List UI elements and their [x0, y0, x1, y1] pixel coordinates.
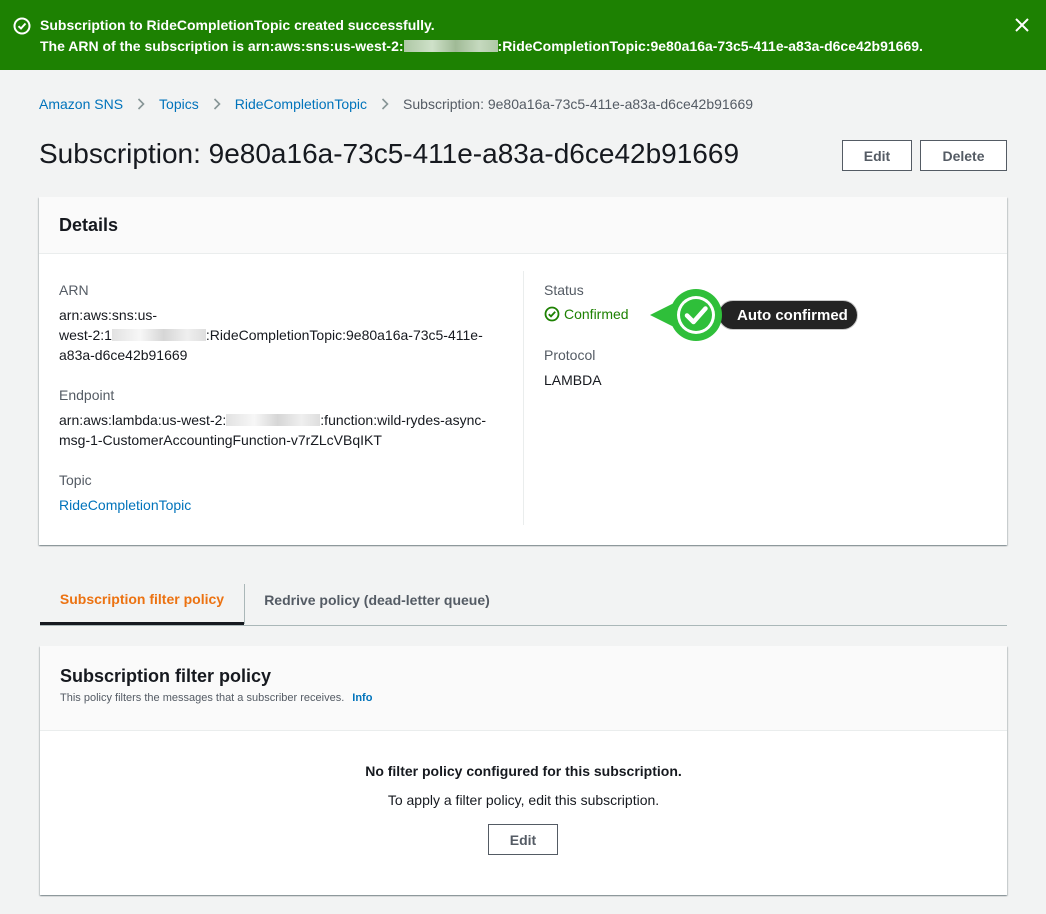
protocol-label: Protocol	[544, 347, 596, 363]
check-circle-icon	[13, 17, 31, 35]
auto-confirmed-callout: Auto confirmed	[648, 287, 860, 343]
status-value: Confirmed	[544, 306, 629, 322]
topic-link[interactable]: RideCompletionTopic	[59, 495, 191, 515]
flash-message-detail: The ARN of the subscription is arn:aws:s…	[40, 38, 923, 54]
endpoint-value: arn:aws:lambda:us-west-2::function:wild-…	[59, 412, 487, 448]
breadcrumb-ride-completion-topic[interactable]: RideCompletionTopic	[235, 96, 367, 112]
breadcrumb: Amazon SNS Topics RideCompletionTopic Su…	[39, 96, 753, 112]
tab-redrive-policy[interactable]: Redrive policy (dead-letter queue)	[245, 575, 509, 624]
details-header: Details	[39, 197, 1007, 254]
filter-policy-description: This policy filters the messages that a …	[60, 692, 373, 704]
chevron-right-icon	[381, 98, 389, 110]
topic-label: Topic	[59, 472, 92, 488]
breadcrumb-topics[interactable]: Topics	[159, 96, 199, 112]
info-link[interactable]: Info	[352, 692, 372, 704]
filter-policy-panel: Subscription filter policy This policy f…	[40, 646, 1007, 895]
breadcrumb-current: Subscription: 9e80a16a-73c5-411e-a83a-d6…	[403, 96, 754, 112]
empty-state-description: To apply a filter policy, edit this subs…	[387, 792, 660, 808]
flash-message-title: Subscription to RideCompletionTopic crea…	[40, 17, 435, 33]
protocol-value: LAMBDA	[544, 372, 602, 388]
chevron-right-icon	[137, 98, 145, 110]
edit-button[interactable]: Edit	[842, 140, 912, 171]
arn-label: ARN	[59, 282, 89, 298]
checkmark-badge-icon	[650, 289, 722, 341]
details-panel: Details ARN arn:aws:sns:us- west-2:1:Rid…	[39, 197, 1007, 545]
redacted-account-id	[226, 414, 321, 426]
filter-policy-title: Subscription filter policy	[60, 666, 272, 686]
callout-text: Auto confirmed	[737, 307, 848, 324]
breadcrumb-amazon-sns[interactable]: Amazon SNS	[39, 96, 123, 112]
details-title: Details	[59, 215, 119, 235]
page-title: Subscription: 9e80a16a-73c5-411e-a83a-d6…	[39, 138, 740, 169]
edit-filter-button[interactable]: Edit	[488, 824, 558, 855]
delete-button[interactable]: Delete	[920, 140, 1007, 171]
column-divider	[523, 271, 524, 525]
status-label: Status	[544, 282, 584, 298]
policy-tabs: Subscription filter policy Redrive polic…	[40, 575, 1007, 626]
close-icon[interactable]	[1013, 16, 1031, 34]
chevron-right-icon	[213, 98, 221, 110]
filter-policy-header: Subscription filter policy This policy f…	[40, 646, 1007, 731]
check-circle-icon	[544, 306, 560, 322]
empty-state-title: No filter policy configured for this sub…	[365, 763, 682, 779]
endpoint-label: Endpoint	[59, 387, 115, 403]
redacted-account-id	[111, 329, 206, 341]
redacted-account-id	[403, 40, 498, 52]
tab-subscription-filter-policy[interactable]: Subscription filter policy	[40, 575, 244, 625]
arn-value: arn:aws:sns:us- west-2:1:RideCompletionT…	[59, 307, 483, 363]
success-flash-banner: Subscription to RideCompletionTopic crea…	[0, 0, 1046, 70]
